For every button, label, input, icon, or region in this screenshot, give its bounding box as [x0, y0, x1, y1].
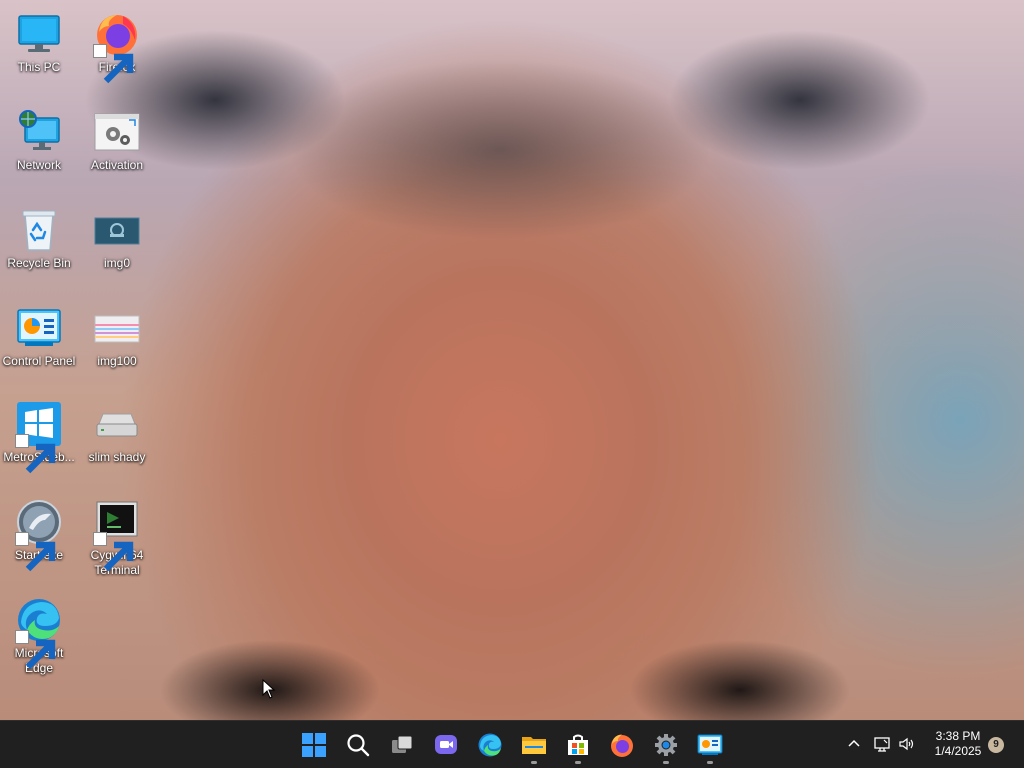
desktop-icon-network[interactable]: Network — [0, 108, 78, 173]
taskbar-store-button[interactable] — [558, 725, 598, 765]
task-view-icon — [392, 735, 413, 753]
terminal-icon — [93, 498, 141, 572]
desktop-icon-label: slim shady — [88, 450, 146, 464]
firefox-icon — [611, 734, 633, 757]
tray-network-button[interactable] — [871, 733, 893, 755]
notification-badge[interactable]: 9 — [988, 737, 1004, 753]
settings-gear-icon — [655, 734, 677, 756]
desktop-icon-img0[interactable]: img0 — [78, 206, 156, 271]
control-panel-icon — [697, 734, 723, 755]
network-icon — [15, 108, 63, 156]
image-file-icon — [93, 206, 141, 254]
image-file-icon — [93, 304, 141, 352]
store-icon — [568, 734, 588, 755]
running-indicator — [663, 761, 669, 764]
desktop-icon-label: img0 — [103, 256, 130, 270]
desktop-icon-label: Network — [16, 158, 61, 172]
desktop-icon-label: Control Panel — [2, 354, 76, 368]
desktop-icon-metrosidebar[interactable]: MetroSideb... — [0, 400, 78, 474]
clock-date: 1/4/2025 — [934, 744, 982, 758]
taskbar-firefox-button[interactable] — [602, 725, 642, 765]
taskbar: 3:38 PM 1/4/2025 9 — [0, 720, 1024, 768]
recycle-bin-icon — [15, 206, 63, 254]
taskbar-clock[interactable]: 3:38 PM 1/4/2025 — [926, 729, 990, 759]
taskbar-edge-button[interactable] — [470, 725, 510, 765]
edge-icon — [15, 596, 63, 670]
desktop-icon-recycle-bin[interactable]: Recycle Bin — [0, 206, 78, 271]
desktop-icon-label: Activation — [90, 158, 144, 172]
desktop-icon-activation[interactable]: Activation — [78, 108, 156, 173]
taskbar-file-explorer-button[interactable] — [514, 725, 554, 765]
taskbar-chat-button[interactable] — [426, 725, 466, 765]
desktop-icon-slim-shady[interactable]: slim shady — [78, 400, 156, 465]
taskbar-control-panel-button[interactable] — [690, 725, 730, 765]
desktop[interactable]: This PC Network Recycle Bin Control Pane… — [0, 0, 1024, 720]
folder-icon — [522, 737, 546, 754]
shortcut-arrow-icon — [15, 630, 56, 670]
taskbar-start-button[interactable] — [294, 725, 334, 765]
shortcut-arrow-icon — [15, 532, 56, 572]
desktop-icon-label: Recycle Bin — [7, 256, 71, 270]
firefox-icon — [93, 10, 141, 84]
chevron-up-icon — [848, 739, 860, 747]
volume-icon — [899, 737, 914, 751]
windows-start-icon — [302, 733, 326, 757]
desktop-icon-start-exe[interactable]: Start.exe — [0, 498, 78, 572]
taskbar-settings-button[interactable] — [646, 725, 686, 765]
shortcut-arrow-icon — [93, 44, 134, 84]
mouse-cursor-icon — [262, 679, 276, 699]
control-panel-icon — [15, 304, 63, 352]
metro-sidebar-icon — [15, 400, 63, 474]
running-indicator — [575, 761, 581, 764]
desktop-icon-label: This PC — [17, 60, 61, 74]
desktop-icon-label: img100 — [97, 354, 137, 368]
activation-icon — [93, 108, 141, 156]
shortcut-arrow-icon — [93, 532, 134, 572]
desktop-icon-microsoft-edge[interactable]: Microsoft Edge — [0, 596, 78, 676]
drive-icon — [93, 400, 141, 448]
tray-overflow-button[interactable] — [843, 733, 865, 755]
desktop-icon-cygwin64-terminal[interactable]: Cygwin64 Terminal — [78, 498, 156, 578]
desktop-icon-img100[interactable]: img100 — [78, 304, 156, 369]
running-indicator — [707, 761, 713, 764]
start-exe-icon — [15, 498, 63, 572]
desktop-icon-control-panel[interactable]: Control Panel — [0, 304, 78, 369]
taskbar-task-view-button[interactable] — [382, 725, 422, 765]
search-icon — [347, 734, 370, 757]
tray-volume-button[interactable] — [896, 733, 918, 755]
desktop-icon-this-pc[interactable]: This PC — [0, 10, 78, 75]
this-pc-icon — [15, 10, 63, 58]
network-status-icon — [874, 737, 890, 752]
taskbar-search-button[interactable] — [338, 725, 378, 765]
shortcut-arrow-icon — [15, 434, 56, 474]
desktop-icon-firefox[interactable]: Firefox — [78, 10, 156, 84]
chat-icon — [435, 735, 457, 754]
running-indicator — [531, 761, 537, 764]
clock-time: 3:38 PM — [935, 729, 981, 743]
edge-icon — [478, 733, 502, 757]
